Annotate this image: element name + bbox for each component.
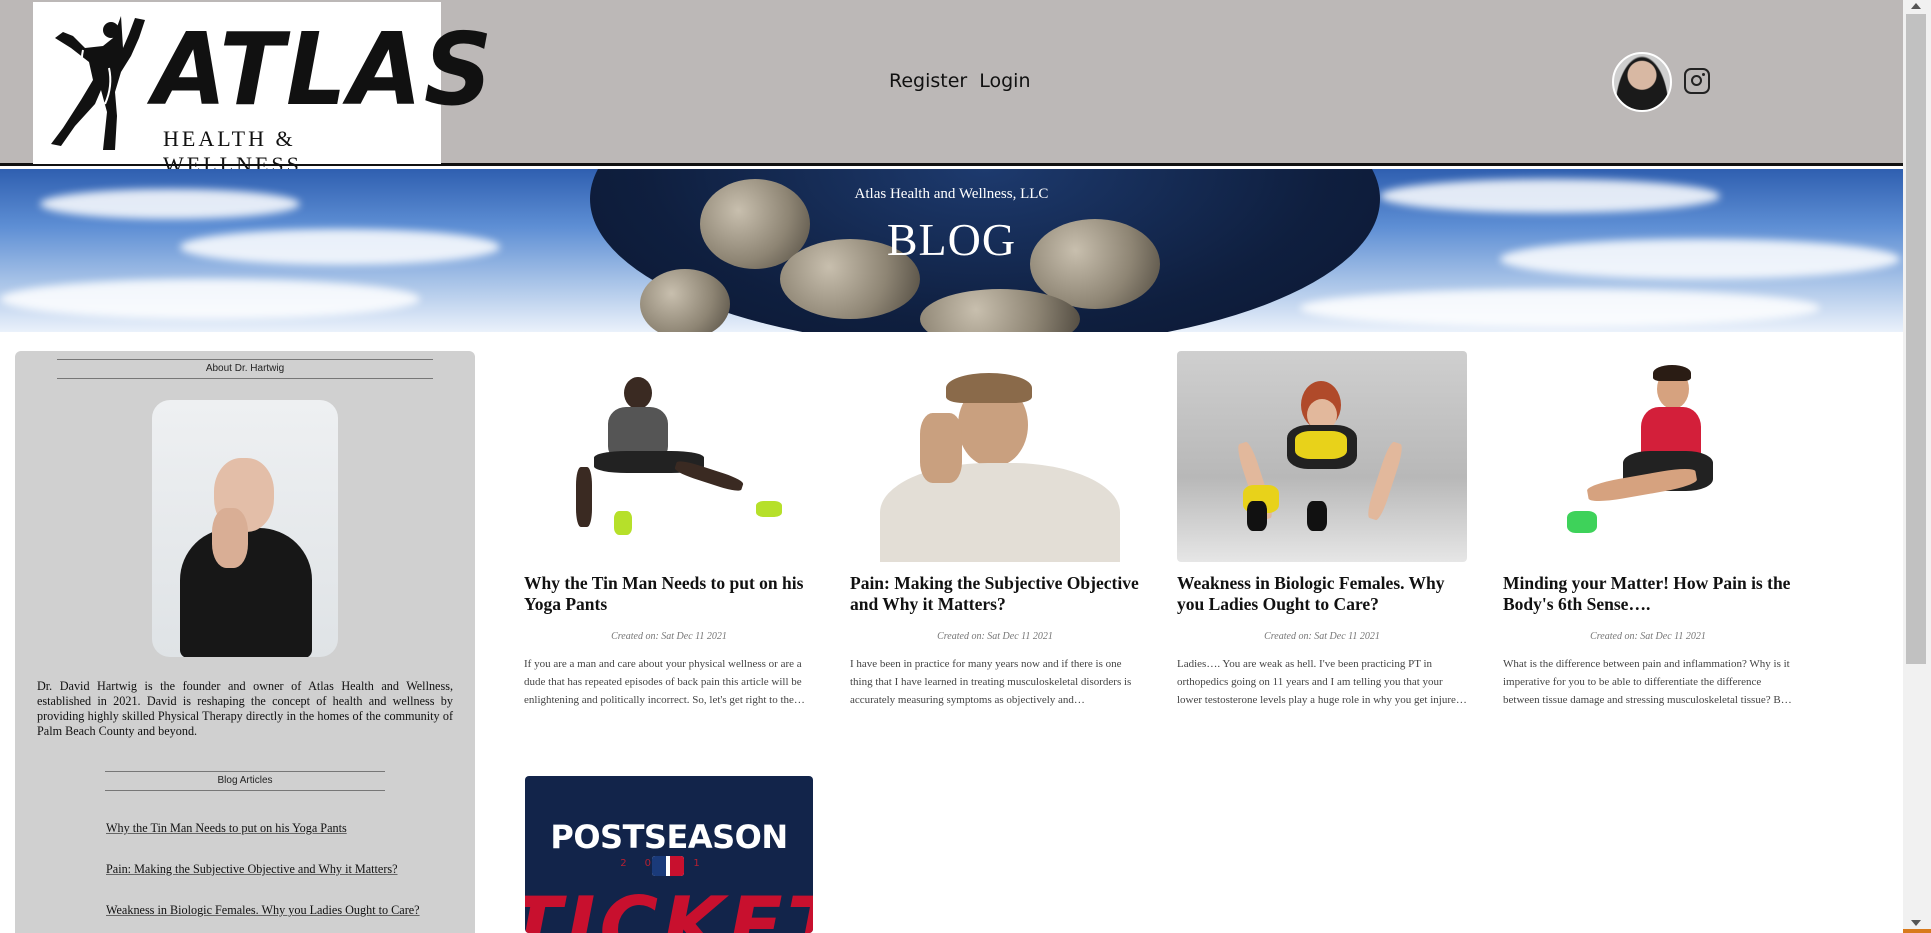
post-title[interactable]: Minding your Matter! How Pain is the Bod… [1503, 573, 1793, 615]
post-title[interactable]: Pain: Making the Subjective Objective an… [850, 573, 1140, 615]
post-excerpt: What is the difference between pain and … [1503, 658, 1790, 706]
mlb-logo-icon [652, 856, 684, 876]
post-excerpt: Ladies…. You are weak as hell. I've been… [1177, 658, 1462, 706]
atlas-logo[interactable]: ATLAS HEALTH & WELLNESS [33, 2, 492, 177]
post-card[interactable]: Why the Tin Man Needs to put on his Yoga… [524, 351, 814, 709]
post-excerpt: If you are a man and care about your phy… [524, 658, 802, 706]
post-title[interactable]: Weakness in Biologic Females. Why you La… [1177, 573, 1467, 615]
post-card[interactable]: Weakness in Biologic Females. Why you La… [1177, 351, 1467, 709]
post-image[interactable] [1503, 351, 1793, 562]
atlas-figure-logo [51, 16, 145, 150]
post-image-postseason[interactable]: POSTSEASON 2021 TICKETS [525, 776, 813, 933]
post-date: Created on: Sat Dec 11 2021 [1590, 631, 1706, 642]
banner-subtitle: Atlas Health and Wellness, LLC [854, 186, 1049, 202]
site-header: ATLAS HEALTH & WELLNESS Register Login [0, 0, 1903, 177]
articles-heading: Blog Articles [105, 771, 385, 791]
postseason-title: POSTSEASON [550, 818, 788, 856]
about-heading: About Dr. Hartwig [57, 359, 433, 379]
login-link[interactable]: Login [979, 70, 1030, 92]
logo-wordmark: ATLAS [153, 11, 495, 128]
instagram-icon[interactable] [1684, 68, 1710, 94]
post-image[interactable] [524, 351, 814, 562]
post-card[interactable]: Pain: Making the Subjective Objective an… [850, 351, 1140, 709]
sidebar-article-link[interactable]: Why the Tin Man Needs to put on his Yoga… [106, 821, 420, 836]
profile-avatar[interactable] [1612, 52, 1672, 112]
article-links: Why the Tin Man Needs to put on his Yoga… [106, 821, 420, 933]
post-date: Created on: Sat Dec 11 2021 [1264, 631, 1380, 642]
post-image[interactable] [1177, 351, 1467, 562]
sidebar-article-link[interactable]: Pain: Making the Subjective Objective an… [106, 862, 420, 877]
postseason-tickets: TICKETS [525, 880, 813, 933]
post-date: Created on: Sat Dec 11 2021 [937, 631, 1053, 642]
post-image[interactable] [850, 351, 1140, 562]
blog-banner: Atlas Health and Wellness, LLC BLOG [0, 169, 1903, 332]
scroll-down-icon[interactable] [1911, 920, 1921, 926]
post-card[interactable]: Minding your Matter! How Pain is the Bod… [1503, 351, 1793, 709]
post-excerpt: I have been in practice for many years n… [850, 658, 1132, 706]
author-photo [152, 400, 338, 657]
corner-accent [1903, 929, 1931, 933]
sidebar: About Dr. Hartwig Dr. David Hartwig is t… [15, 351, 475, 933]
post-title[interactable]: Why the Tin Man Needs to put on his Yoga… [524, 573, 814, 615]
sidebar-article-link[interactable]: Weakness in Biologic Females. Why you La… [106, 903, 420, 918]
scroll-thumb[interactable] [1906, 14, 1926, 664]
top-nav: Register Login [889, 70, 1031, 92]
page-title: BLOG [886, 214, 1017, 265]
author-bio: Dr. David Hartwig is the founder and own… [37, 679, 453, 738]
register-link[interactable]: Register [889, 70, 967, 92]
scroll-up-icon[interactable] [1911, 3, 1921, 9]
post-date: Created on: Sat Dec 11 2021 [611, 631, 727, 642]
